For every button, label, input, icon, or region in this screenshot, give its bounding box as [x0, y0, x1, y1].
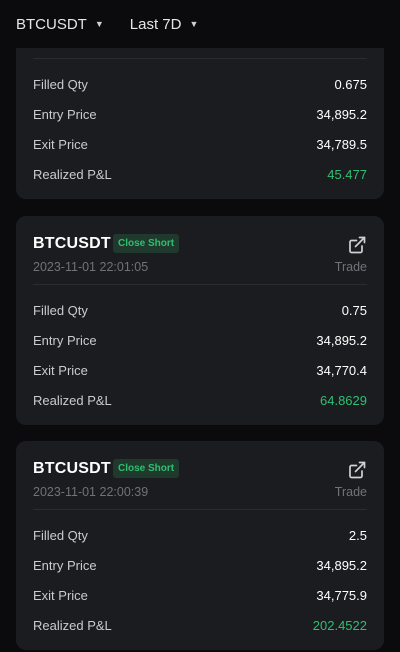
range-filter-dropdown[interactable]: Last 7D ▼ — [130, 16, 199, 33]
row-label: Entry Price — [33, 106, 97, 122]
trade-history-card: BTCUSDT Close Short 2023-11-01 22:00:39 … — [16, 441, 384, 650]
symbol-filter-label: BTCUSDT — [16, 15, 87, 33]
card-timestamp: 2023-11-01 22:01:05 — [33, 260, 149, 274]
exit-price-row: Exit Price 34,789.5 — [33, 134, 367, 154]
row-value: 34,789.5 — [316, 136, 367, 152]
range-filter-label: Last 7D — [129, 15, 182, 33]
row-label: Realized P&L — [33, 392, 112, 408]
side-badge: Close Short — [113, 459, 180, 478]
row-label: Filled Qty — [33, 527, 88, 543]
row-value: 34,895.2 — [316, 557, 367, 573]
entry-price-row: Entry Price 34,895.2 — [33, 555, 367, 575]
row-label: Exit Price — [33, 136, 88, 152]
realized-pnl-row: Realized P&L 202.4522 — [33, 615, 367, 635]
entry-price-row: Entry Price 34,895.2 — [33, 104, 367, 124]
trade-link[interactable]: Trade — [335, 260, 367, 274]
row-value: 34,775.9 — [316, 587, 367, 603]
trade-link[interactable]: Trade — [335, 485, 367, 499]
filled-qty-row: Filled Qty 0.675 — [33, 74, 367, 94]
row-value: 202.4522 — [312, 617, 367, 633]
row-value: 0.75 — [341, 302, 367, 318]
external-link-icon[interactable] — [347, 235, 367, 255]
card-divider — [33, 284, 367, 285]
row-label: Realized P&L — [33, 617, 112, 633]
card-header: BTCUSDT Close Short 2023-11-01 22:00:39 … — [16, 441, 384, 508]
row-value: 45.477 — [327, 166, 367, 182]
row-label: Filled Qty — [33, 302, 88, 318]
row-value: 34,895.2 — [316, 332, 367, 348]
filled-qty-row: Filled Qty 2.5 — [33, 525, 367, 545]
card-symbol: BTCUSDT — [33, 460, 111, 477]
row-value: 0.675 — [334, 76, 367, 92]
row-label: Exit Price — [33, 362, 88, 378]
row-value: 2.5 — [348, 527, 367, 543]
card-header: BTCUSDT Close Short 2023-11-01 22:01:05 … — [16, 216, 384, 283]
card-timestamp: 2023-11-01 22:00:39 — [33, 485, 149, 499]
card-divider — [33, 509, 367, 510]
caret-down-icon: ▼ — [94, 18, 104, 29]
card-divider — [33, 58, 367, 59]
trade-history-card: BTCUSDT Close Short 2023-11-01 22:01:05 … — [16, 216, 384, 425]
realized-pnl-row: Realized P&L 45.477 — [33, 164, 367, 184]
exit-price-row: Exit Price 34,770.4 — [33, 360, 367, 380]
filter-bar: BTCUSDT ▼ Last 7D ▼ — [0, 0, 400, 48]
card-symbol: BTCUSDT — [33, 235, 111, 252]
side-badge: Close Short — [113, 234, 180, 253]
caret-down-icon: ▼ — [189, 18, 199, 29]
row-value: 34,770.4 — [316, 362, 367, 378]
row-value: 64.8629 — [320, 392, 367, 408]
row-label: Filled Qty — [33, 76, 88, 92]
row-label: Entry Price — [33, 557, 97, 573]
exit-price-row: Exit Price 34,775.9 — [33, 585, 367, 605]
filled-qty-row: Filled Qty 0.75 — [33, 300, 367, 320]
row-label: Exit Price — [33, 587, 88, 603]
symbol-filter-dropdown[interactable]: BTCUSDT ▼ — [16, 16, 104, 33]
entry-price-row: Entry Price 34,895.2 — [33, 330, 367, 350]
row-label: Entry Price — [33, 332, 97, 348]
external-link-icon[interactable] — [347, 460, 367, 480]
row-label: Realized P&L — [33, 166, 112, 182]
row-value: 34,895.2 — [316, 106, 367, 122]
realized-pnl-row: Realized P&L 64.8629 — [33, 390, 367, 410]
